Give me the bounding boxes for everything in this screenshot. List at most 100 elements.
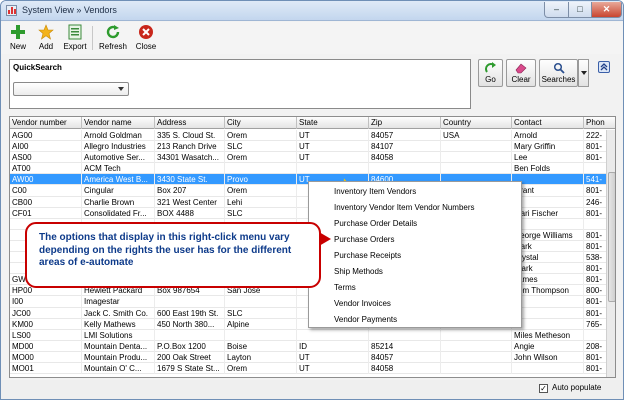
table-row[interactable]: LS00 LMI Solutions Miles Metheson xyxy=(10,329,606,341)
table-row[interactable]: MO00 Mountain Produ... 200 Oak Street Layto… xyxy=(10,351,606,363)
refresh-label: Refresh xyxy=(98,42,127,51)
column-header[interactable]: Phon xyxy=(584,117,615,129)
table-cell: Orem xyxy=(225,185,297,197)
table-cell xyxy=(155,296,225,308)
table-cell xyxy=(155,163,225,175)
table-cell: John Wilson xyxy=(512,351,584,363)
new-label: New xyxy=(9,42,26,51)
table-cell xyxy=(441,329,512,341)
table-cell: Ben Folds xyxy=(512,163,584,175)
table-cell: 335 S. Cloud St. xyxy=(155,130,225,141)
table-cell: 450 North 380... xyxy=(155,318,225,330)
column-header[interactable]: City xyxy=(225,117,297,129)
column-header[interactable]: Vendor number xyxy=(10,117,82,129)
eraser-icon xyxy=(515,63,527,74)
vendors-window: System View » Vendors – □ ✕ New Add Expo… xyxy=(0,0,624,400)
table-cell: 1679 S State St... xyxy=(155,362,225,374)
table-cell: Automotive Ser... xyxy=(82,152,155,164)
table-cell: AG00 xyxy=(10,130,82,141)
table-row[interactable]: AT00 ACM Tech Ben Folds xyxy=(10,163,606,175)
title-bar[interactable]: System View » Vendors – □ ✕ xyxy=(1,1,623,21)
context-menu-item[interactable]: Purchase Order Details xyxy=(334,219,417,228)
new-button[interactable]: New xyxy=(6,24,30,54)
table-cell: Allegro Industries xyxy=(82,141,155,153)
table-cell: Jack C. Smith Co. xyxy=(82,307,155,319)
clear-button[interactable]: Clear xyxy=(506,59,536,87)
table-cell: LMI Solutions xyxy=(82,329,155,341)
table-cell: I00 xyxy=(10,296,82,308)
export-button[interactable]: Export xyxy=(61,24,89,54)
table-row[interactable]: AS00 Automotive Ser... 34301 Wasatch... Ore… xyxy=(10,152,606,164)
table-cell: 600 East 19th St. xyxy=(155,307,225,319)
context-menu-item[interactable]: Inventory Item Vendors xyxy=(334,187,416,196)
table-cell: KM00 xyxy=(10,318,82,330)
table-cell: Angie xyxy=(512,340,584,352)
table-cell: Mari Fischer xyxy=(512,207,584,219)
table-cell: MO01 xyxy=(10,362,82,374)
table-cell: Provo xyxy=(225,174,297,186)
context-menu-item[interactable]: Vendor Payments xyxy=(334,315,397,324)
table-cell xyxy=(512,318,584,330)
column-header[interactable]: Contact xyxy=(512,117,584,129)
go-arrow-icon xyxy=(484,62,496,73)
table-cell: Mountain Denta... xyxy=(82,340,155,352)
table-cell: Imagestar xyxy=(82,296,155,308)
column-header[interactable]: Vendor name xyxy=(82,117,155,129)
table-cell xyxy=(369,163,441,175)
go-button[interactable]: Go xyxy=(478,59,503,87)
context-menu-item[interactable]: Terms xyxy=(334,283,356,292)
table-cell: Tom Thompson xyxy=(512,285,584,297)
add-button[interactable]: Add xyxy=(34,24,58,54)
context-menu-item[interactable]: Purchase Receipts xyxy=(334,251,401,260)
column-header[interactable]: Zip xyxy=(369,117,441,129)
table-row[interactable]: AG00 Arnold Goldman 335 S. Cloud St. Orem UT… xyxy=(10,130,606,142)
context-menu-item[interactable]: Inventory Vendor Item Vendor Numbers xyxy=(334,203,475,212)
context-menu-item[interactable]: Ship Methods xyxy=(334,267,383,276)
searches-dropdown-arrow[interactable] xyxy=(578,59,589,87)
quicksearch-dropdown[interactable] xyxy=(13,82,129,96)
table-cell: 84058 xyxy=(369,362,441,374)
table-cell: 213 Ranch Drive xyxy=(155,141,225,153)
table-cell xyxy=(512,174,584,186)
chevron-down-icon xyxy=(118,87,124,91)
quicksearch-panel: QuickSearch xyxy=(9,59,471,109)
table-cell xyxy=(512,307,584,319)
maximize-button[interactable]: □ xyxy=(568,2,592,18)
close-button[interactable]: Close xyxy=(133,24,159,54)
table-row[interactable]: AI00 Allegro Industries 213 Ranch Drive SLC… xyxy=(10,141,606,153)
table-cell: 321 West Center xyxy=(155,196,225,208)
context-menu-item[interactable]: Purchase Orders xyxy=(334,235,394,244)
table-cell xyxy=(225,296,297,308)
table-cell: 84057 xyxy=(369,130,441,141)
table-cell: ACM Tech xyxy=(82,163,155,175)
searches-button[interactable]: Searches xyxy=(539,59,578,87)
close-window-button[interactable]: ✕ xyxy=(591,2,622,18)
collapse-up-button[interactable] xyxy=(598,61,610,73)
table-cell: Lehi xyxy=(225,196,297,208)
table-cell xyxy=(441,340,512,352)
context-menu-item[interactable]: Vendor Invoices xyxy=(334,299,391,308)
table-cell: 34301 Wasatch... xyxy=(155,152,225,164)
table-cell xyxy=(225,163,297,175)
column-header[interactable]: Country xyxy=(441,117,512,129)
table-cell xyxy=(297,163,369,175)
close-label: Close xyxy=(135,42,157,51)
callout-box: The options that display in this right-c… xyxy=(25,222,321,288)
plus-icon xyxy=(11,25,25,39)
table-row[interactable]: MD00 Mountain Denta... P.O.Box 1200 Boise ID… xyxy=(10,340,606,352)
go-label: Go xyxy=(485,75,496,84)
callout-pointer xyxy=(319,232,331,246)
scrollbar-thumb[interactable] xyxy=(608,172,615,302)
table-cell: Mark xyxy=(512,240,584,252)
vertical-scrollbar[interactable] xyxy=(606,130,615,377)
table-cell xyxy=(441,351,512,363)
column-header[interactable]: State xyxy=(297,117,369,129)
table-cell: AI00 xyxy=(10,141,82,153)
table-row[interactable]: MO01 Mountain O' C... 1679 S State St... Or… xyxy=(10,362,606,375)
minimize-button[interactable]: – xyxy=(544,2,569,18)
table-cell: Cingular xyxy=(82,185,155,197)
table-cell: AS00 xyxy=(10,152,82,164)
searches-label: Searches xyxy=(541,75,576,84)
refresh-button[interactable]: Refresh xyxy=(97,24,129,54)
column-header[interactable]: Address xyxy=(155,117,225,129)
